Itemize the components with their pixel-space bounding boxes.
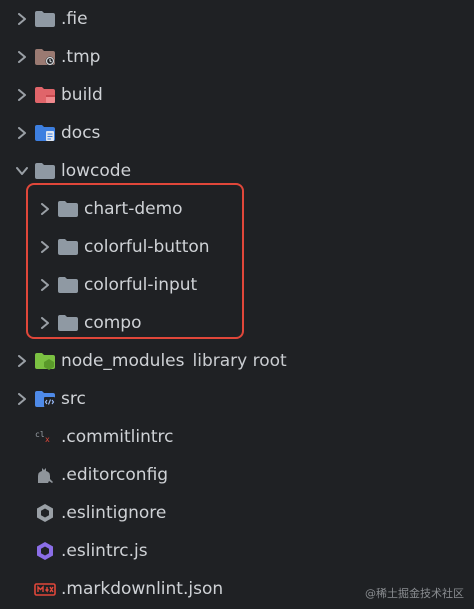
tree-item-label: .eslintignore: [61, 503, 167, 523]
tree-item-label: node_modules library root: [61, 351, 287, 371]
folder-node-icon: [34, 351, 56, 371]
tree-item-tmp[interactable]: .tmp: [0, 38, 474, 76]
tree-item-commitlintrc[interactable]: cl x .commitlintrc: [0, 418, 474, 456]
folder-icon: [34, 9, 56, 29]
tree-item-eslintignore[interactable]: .eslintignore: [0, 494, 474, 532]
tree-item-label: build: [61, 85, 103, 105]
eslint-icon: [34, 541, 56, 561]
folder-src-icon: [34, 389, 56, 409]
chevron-right-icon[interactable]: [16, 13, 28, 25]
tree-item-label: src: [61, 389, 86, 409]
tree-item-build[interactable]: build: [0, 76, 474, 114]
tree-item-label: .commitlintrc: [61, 427, 174, 447]
markdownlint-icon: [34, 579, 56, 599]
folder-icon: [34, 161, 56, 181]
tree-item-label: .markdownlint.json: [61, 579, 224, 599]
chevron-right-icon[interactable]: [16, 51, 28, 63]
folder-clock-icon: [34, 47, 56, 67]
tree-item-node-modules[interactable]: node_modules library root: [0, 342, 474, 380]
project-file-tree: ​.fie .tmp build docs: [0, 0, 474, 609]
editorconfig-icon: [34, 465, 56, 485]
chevron-right-icon[interactable]: [16, 355, 28, 367]
svg-text:x: x: [45, 435, 50, 444]
chevron-down-icon[interactable]: [16, 165, 28, 177]
eslintignore-icon: [34, 503, 56, 523]
chevron-right-icon[interactable]: [16, 89, 28, 101]
chevron-right-icon[interactable]: [16, 393, 28, 405]
tree-item-label: lowcode: [61, 161, 132, 181]
tree-item-label: docs: [61, 123, 101, 143]
tree-item-eslintrc[interactable]: .eslintrc.js: [0, 532, 474, 570]
tree-item-label: ​.fie: [61, 9, 88, 29]
tree-item-docs[interactable]: docs: [0, 114, 474, 152]
commitlint-icon: cl x: [34, 427, 56, 447]
selection-highlight-box: [26, 183, 244, 339]
tree-item-label: .tmp: [61, 47, 101, 67]
library-root-tag: library root: [192, 351, 287, 371]
tree-item-label: .eslintrc.js: [61, 541, 148, 561]
tree-item-src[interactable]: src: [0, 380, 474, 418]
tree-item-fie[interactable]: ​.fie: [0, 0, 474, 38]
svg-text:cl: cl: [35, 430, 45, 439]
tree-item-editorconfig[interactable]: .editorconfig: [0, 456, 474, 494]
folder-build-icon: [34, 85, 56, 105]
watermark-text: @稀土掘金技术社区: [365, 587, 464, 600]
node-modules-name: node_modules: [61, 351, 185, 371]
tree-item-label: .editorconfig: [61, 465, 169, 485]
chevron-right-icon[interactable]: [16, 127, 28, 139]
folder-docs-icon: [34, 123, 56, 143]
